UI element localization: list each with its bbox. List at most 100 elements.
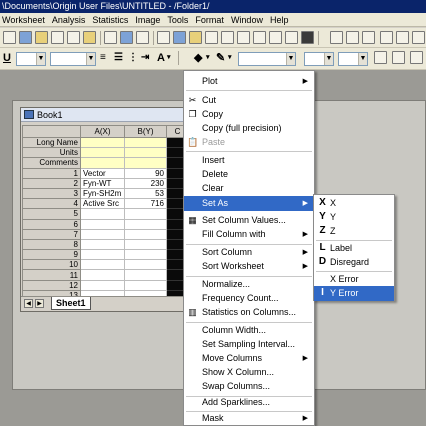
new-excel-icon[interactable]	[237, 31, 250, 44]
data-cell[interactable]: 90	[124, 167, 167, 179]
meta-cell[interactable]	[124, 157, 167, 169]
cut-toolbar-icon[interactable]	[330, 31, 343, 44]
menu-item-column-width[interactable]: Column Width...	[184, 323, 314, 338]
menu-item-set-column-values[interactable]: ▦ Set Column Values...	[184, 213, 314, 228]
menu-item-cut[interactable]: ✂ Cut	[184, 93, 314, 108]
meta-cell[interactable]	[124, 147, 167, 159]
menu-item-move-columns[interactable]: Move Columns ▶	[184, 351, 314, 366]
bullet-list-icon[interactable]: ⋮	[128, 51, 138, 65]
row-number[interactable]: 9	[22, 249, 81, 261]
duplicate-icon[interactable]	[173, 31, 186, 44]
menu-window[interactable]: Window	[231, 15, 263, 25]
menu-tools[interactable]: Tools	[167, 15, 188, 25]
line-width-combo[interactable]: ▼	[304, 52, 334, 66]
meta-row-header[interactable]: Units	[22, 147, 81, 159]
menu-item-set-sampling-interval[interactable]: Set Sampling Interval...	[184, 337, 314, 352]
row-number[interactable]: 8	[22, 238, 81, 251]
indent-icon[interactable]: ⇥	[141, 51, 149, 65]
dropdown-arrow-icon[interactable]: ▾	[228, 51, 232, 65]
row-number[interactable]: 1	[22, 167, 81, 179]
menu-item-clear[interactable]: Clear	[184, 181, 314, 196]
menu-item-fill-column-with[interactable]: Fill Column with ▶	[184, 227, 314, 242]
redo-icon[interactable]	[396, 31, 409, 44]
grid-corner[interactable]	[22, 125, 81, 138]
list-icon[interactable]: ☰	[114, 51, 123, 65]
data-cell[interactable]	[124, 269, 167, 281]
worksheet-grid[interactable]: A(X) B(Y) C Long Name Units Comments 1 V…	[22, 125, 189, 302]
data-cell[interactable]	[124, 238, 167, 251]
save-icon[interactable]	[51, 31, 64, 44]
menu-item-show-x-column[interactable]: Show X Column...	[184, 365, 314, 380]
fill-pattern-icon[interactable]	[374, 51, 387, 64]
dropdown-arrow-icon[interactable]: ▼	[358, 53, 367, 65]
data-cell[interactable]	[124, 228, 167, 240]
data-cell[interactable]	[80, 228, 125, 240]
dropdown-arrow-icon[interactable]: ▾	[167, 51, 171, 65]
data-cell[interactable]: Fyn-WT	[80, 177, 125, 189]
row-number[interactable]: 4	[22, 198, 81, 210]
menu-item-statistics-on-columns[interactable]: ▥ Statistics on Columns...	[184, 305, 314, 320]
data-cell[interactable]	[80, 259, 125, 271]
new-notes-icon[interactable]	[221, 31, 234, 44]
meta-cell[interactable]	[124, 136, 167, 149]
row-number[interactable]: 5	[22, 208, 81, 220]
submenu-item-x-error[interactable]: X Error	[314, 272, 394, 287]
copy-toolbar-icon[interactable]	[346, 31, 359, 44]
data-cell[interactable]	[124, 208, 167, 220]
workbook-title-bar[interactable]: Book1	[21, 108, 191, 122]
open-folder-icon[interactable]	[35, 31, 48, 44]
undo-icon[interactable]	[380, 31, 393, 44]
menu-item-plot[interactable]: Plot ▶	[184, 74, 314, 89]
toolbar-overflow-icon[interactable]	[412, 31, 425, 44]
data-cell[interactable]	[80, 269, 125, 281]
data-cell[interactable]: 716	[124, 198, 167, 210]
command-window-icon[interactable]	[285, 31, 298, 44]
row-number[interactable]: 7	[22, 228, 81, 240]
row-number[interactable]: 12	[22, 279, 81, 291]
menu-item-add-sparklines[interactable]: Add Sparklines...	[184, 395, 314, 410]
meta-cell[interactable]	[80, 136, 125, 149]
data-cell[interactable]	[80, 218, 125, 230]
meta-row-header[interactable]: Comments	[22, 157, 81, 169]
menu-format[interactable]: Format	[195, 15, 224, 25]
results-log-icon[interactable]	[269, 31, 282, 44]
data-cell[interactable]: Vector	[80, 167, 125, 179]
row-number[interactable]: 6	[22, 218, 81, 230]
data-cell[interactable]	[80, 208, 125, 220]
new-function-icon[interactable]	[189, 31, 202, 44]
line-style-combo[interactable]: ▼	[238, 52, 296, 66]
project-explorer-icon[interactable]	[253, 31, 266, 44]
new-workbook-icon[interactable]	[19, 31, 32, 44]
menu-item-sort-worksheet[interactable]: Sort Worksheet ▶	[184, 259, 314, 274]
paste-toolbar-icon[interactable]	[362, 31, 375, 44]
print-icon[interactable]	[104, 31, 117, 44]
open-template-icon[interactable]	[83, 31, 96, 44]
new-layout-icon[interactable]	[205, 31, 218, 44]
data-cell[interactable]: Fyn-SH2m	[80, 187, 125, 200]
meta-cell[interactable]	[80, 147, 125, 159]
dropdown-arrow-icon[interactable]: ▼	[324, 53, 333, 65]
next-sheet-icon[interactable]: ▶	[35, 299, 44, 308]
data-cell[interactable]: 53	[124, 187, 167, 200]
menu-item-copy[interactable]: ❐ Copy	[184, 107, 314, 122]
meta-row-header[interactable]: Long Name	[22, 136, 81, 149]
font-size-combo[interactable]: ▼	[16, 52, 46, 66]
row-number[interactable]: 3	[22, 187, 81, 200]
menu-item-sort-column[interactable]: Sort Column ▶	[184, 245, 314, 260]
data-cell[interactable]	[124, 218, 167, 230]
menu-item-frequency-count[interactable]: Frequency Count...	[184, 291, 314, 306]
new-graph-icon[interactable]	[120, 31, 133, 44]
symbol-icon[interactable]	[392, 51, 405, 64]
font-combo[interactable]: ▼	[50, 52, 96, 66]
column-header-a[interactable]: A(X)	[80, 125, 125, 138]
data-cell[interactable]	[124, 249, 167, 261]
menu-image[interactable]: Image	[135, 15, 160, 25]
prev-sheet-icon[interactable]: ◀	[24, 299, 33, 308]
submenu-item-z[interactable]: Z Z	[314, 224, 394, 239]
menu-help[interactable]: Help	[270, 15, 289, 25]
menu-item-delete[interactable]: Delete	[184, 167, 314, 182]
menu-item-paste[interactable]: 📋 Paste	[184, 135, 314, 150]
toolbar-overflow-icon[interactable]	[410, 51, 423, 64]
data-cell[interactable]	[124, 279, 167, 291]
row-number[interactable]: 2	[22, 177, 81, 189]
